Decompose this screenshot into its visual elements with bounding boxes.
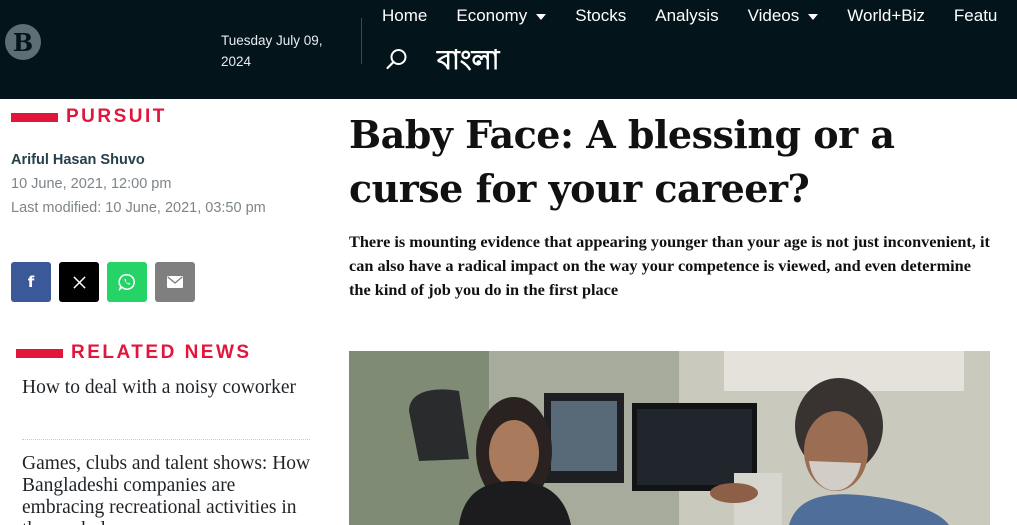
nav-label: Featu	[953, 6, 998, 25]
main-nav: Home Economy Stocks Analysis Videos Worl…	[382, 0, 1017, 32]
nav-stocks[interactable]: Stocks	[575, 6, 626, 26]
email-share-button[interactable]	[155, 262, 195, 302]
section-accent-bar	[11, 113, 58, 122]
nav-home[interactable]: Home	[382, 6, 427, 26]
nav-label: World+Biz	[847, 6, 925, 25]
nav-videos[interactable]: Videos	[748, 6, 819, 26]
nav-world-biz[interactable]: World+Biz	[847, 6, 925, 26]
whatsapp-icon	[118, 274, 135, 291]
published-date: 10 June, 2021, 12:00 pm	[11, 176, 172, 192]
site-logo[interactable]: B	[5, 24, 41, 60]
header-date: Tuesday July 09, 2024	[221, 30, 351, 72]
bangla-language-link[interactable]: বাংলা	[437, 40, 499, 85]
nav-label: Economy	[456, 6, 528, 25]
facebook-icon: f	[27, 273, 35, 291]
search-icon[interactable]	[385, 47, 409, 71]
related-news-heading: RELATED NEWS	[71, 342, 252, 363]
x-share-button[interactable]	[59, 262, 99, 302]
nav-label: Videos	[747, 6, 800, 25]
nav-label: Analysis	[655, 6, 719, 25]
chevron-down-icon	[808, 14, 819, 20]
modified-date: Last modified: 10 June, 2021, 03:50 pm	[11, 200, 266, 216]
photo-illustration	[349, 351, 990, 525]
date-line-2: 2024	[221, 54, 252, 69]
nav-features[interactable]: Featu	[954, 6, 997, 26]
facebook-share-button[interactable]: f	[11, 262, 51, 302]
date-line-1: Tuesday July 09,	[221, 33, 323, 48]
chevron-down-icon	[536, 14, 547, 20]
author-name[interactable]: Ariful Hasan Shuvo	[11, 152, 145, 168]
related-link-games-clubs[interactable]: Games, clubs and talent shows: How Bangl…	[22, 453, 312, 525]
nav-analysis[interactable]: Analysis	[655, 6, 718, 26]
related-divider	[22, 439, 310, 440]
article-photo	[349, 351, 990, 525]
nav-label: Home	[382, 6, 428, 25]
nav-economy[interactable]: Economy	[456, 6, 547, 26]
whatsapp-share-button[interactable]	[107, 262, 147, 302]
header-divider	[361, 18, 362, 64]
related-link-noisy-coworker[interactable]: How to deal with a noisy coworker	[22, 377, 312, 399]
article-headline: Baby Face: A blessing or a curse for you…	[349, 112, 895, 211]
nav-label: Stocks	[575, 6, 627, 25]
related-accent-bar	[16, 349, 63, 358]
article-intro: There is mounting evidence that appearin…	[349, 232, 990, 299]
site-header: B Tuesday July 09, 2024 Home Economy Sto…	[0, 0, 1017, 99]
email-icon	[167, 276, 183, 288]
section-label[interactable]: PURSUIT	[66, 106, 167, 128]
x-icon	[72, 275, 86, 289]
